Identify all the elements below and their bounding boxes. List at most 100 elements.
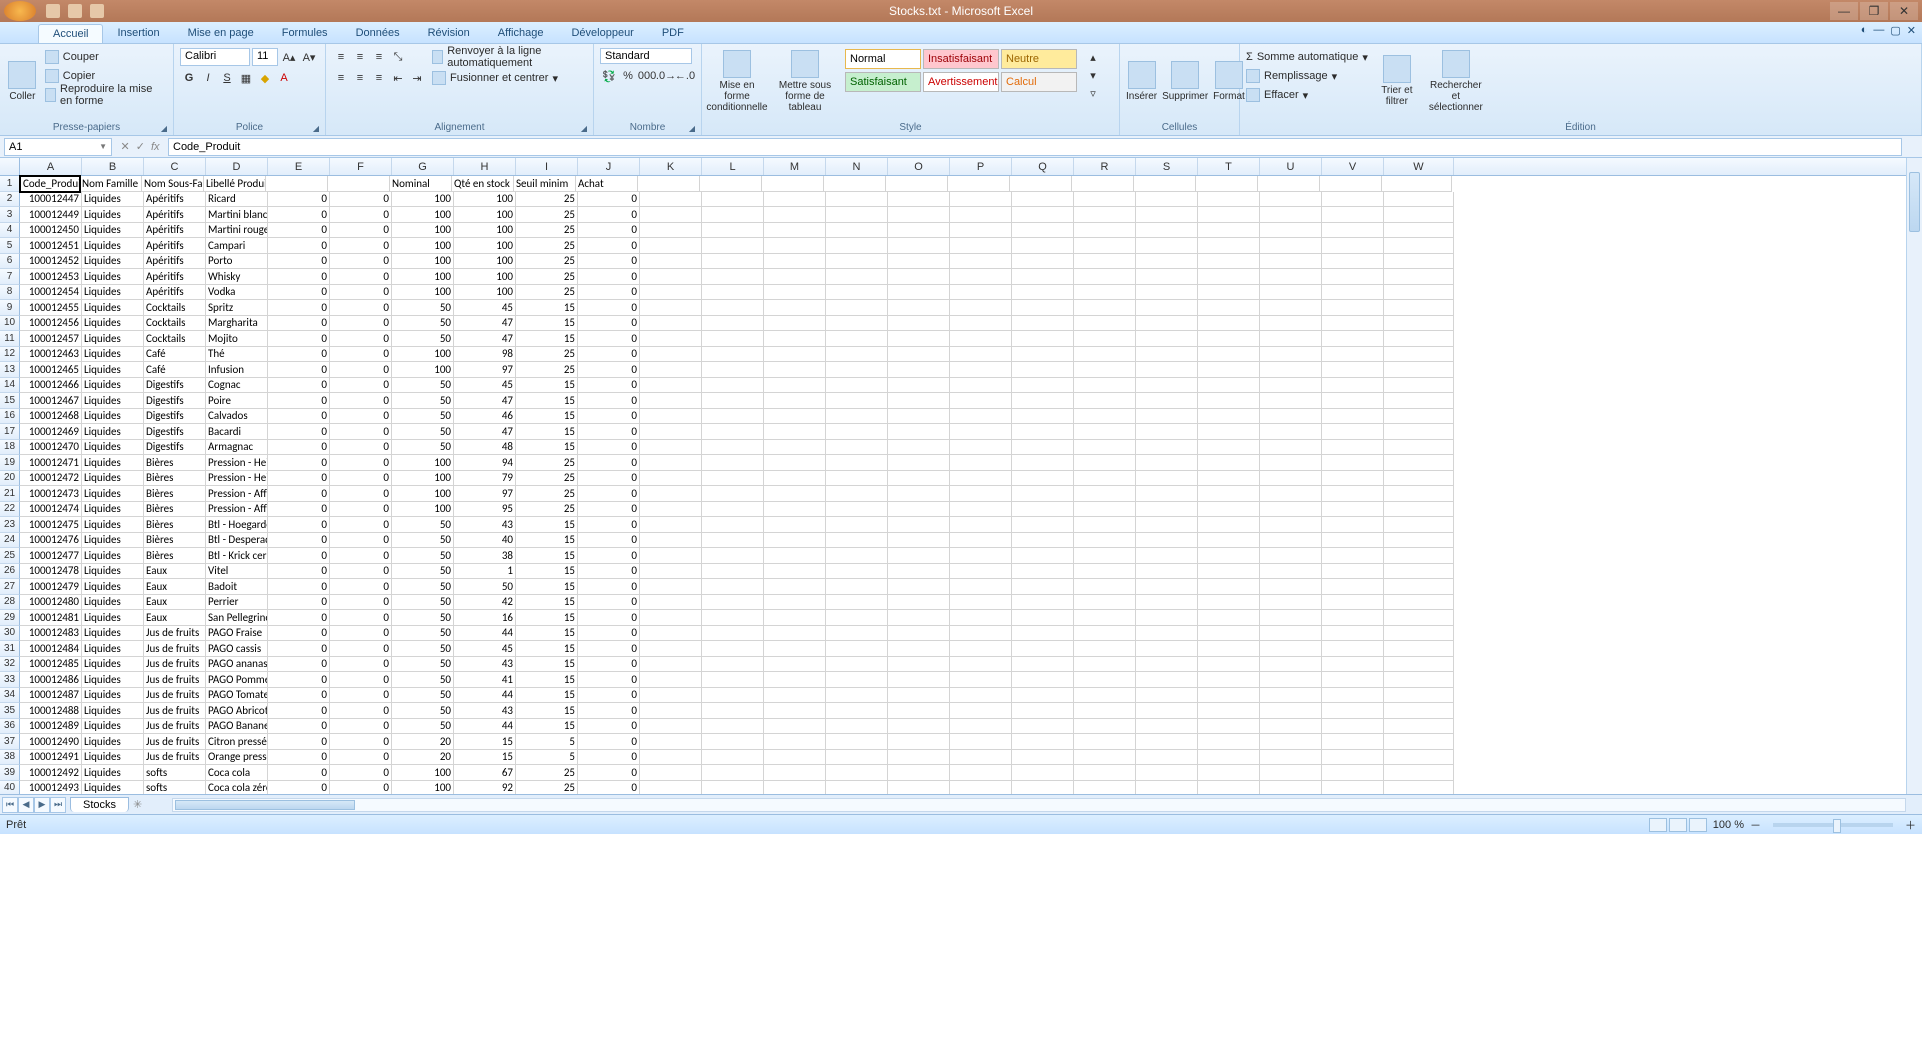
cell[interactable] <box>640 316 702 332</box>
cell[interactable] <box>1136 486 1198 502</box>
cell[interactable]: Btl - Desperados <box>206 533 268 549</box>
page-layout-view-icon[interactable] <box>1669 818 1687 832</box>
cell[interactable] <box>1198 688 1260 704</box>
zoom-slider[interactable] <box>1773 823 1893 827</box>
cell[interactable]: 100012489 <box>20 719 82 735</box>
align-bottom-icon[interactable]: ≡ <box>370 48 388 66</box>
cell[interactable] <box>1074 548 1136 564</box>
cell[interactable] <box>640 502 702 518</box>
cell[interactable]: Jus de fruits <box>144 657 206 673</box>
cell[interactable] <box>640 378 702 394</box>
cell[interactable]: Cocktails <box>144 331 206 347</box>
cell[interactable]: 0 <box>268 378 330 394</box>
cell[interactable] <box>1136 409 1198 425</box>
cell[interactable] <box>1136 300 1198 316</box>
cell[interactable] <box>888 254 950 270</box>
cell[interactable] <box>1136 533 1198 549</box>
cell[interactable]: 0 <box>330 517 392 533</box>
cell[interactable]: 45 <box>454 300 516 316</box>
new-sheet-icon[interactable]: ✳ <box>133 798 142 811</box>
cell[interactable] <box>1012 471 1074 487</box>
cell[interactable] <box>950 331 1012 347</box>
cell[interactable] <box>764 393 826 409</box>
cell[interactable]: Eaux <box>144 579 206 595</box>
cell[interactable]: 0 <box>578 486 640 502</box>
cell[interactable] <box>1384 641 1454 657</box>
cell[interactable] <box>950 719 1012 735</box>
cell[interactable]: 0 <box>330 393 392 409</box>
cell[interactable]: 20 <box>392 750 454 766</box>
cell[interactable]: 0 <box>578 548 640 564</box>
cell[interactable]: San Pellegrino <box>206 610 268 626</box>
cell[interactable]: Digestifs <box>144 424 206 440</box>
cell[interactable]: Liquides <box>82 517 144 533</box>
cell[interactable] <box>640 471 702 487</box>
cell[interactable] <box>1260 424 1322 440</box>
cell[interactable] <box>888 300 950 316</box>
cell[interactable] <box>1260 765 1322 781</box>
cell[interactable] <box>328 176 390 192</box>
cell[interactable]: 0 <box>330 192 392 208</box>
cell[interactable] <box>888 517 950 533</box>
cell[interactable]: Eaux <box>144 564 206 580</box>
cell[interactable] <box>1260 471 1322 487</box>
cell[interactable]: 41 <box>454 672 516 688</box>
cell[interactable] <box>1384 331 1454 347</box>
cell[interactable] <box>1260 610 1322 626</box>
cell[interactable] <box>1012 641 1074 657</box>
cell[interactable] <box>888 223 950 239</box>
cell[interactable] <box>1198 269 1260 285</box>
cell[interactable]: 50 <box>392 564 454 580</box>
cell[interactable]: Liquides <box>82 316 144 332</box>
cell[interactable] <box>1198 750 1260 766</box>
cell[interactable] <box>764 533 826 549</box>
cell[interactable] <box>950 285 1012 301</box>
column-header[interactable]: L <box>702 158 764 175</box>
cell[interactable]: 0 <box>268 657 330 673</box>
cell[interactable]: Btl - Krick cerise <box>206 548 268 564</box>
cell[interactable] <box>640 734 702 750</box>
cell[interactable] <box>1384 734 1454 750</box>
cell[interactable]: 0 <box>268 207 330 223</box>
cell[interactable]: 15 <box>516 564 578 580</box>
cell[interactable]: 100 <box>392 781 454 795</box>
cell[interactable] <box>702 285 764 301</box>
cell[interactable] <box>702 595 764 611</box>
cell[interactable]: 0 <box>330 781 392 795</box>
style-normal[interactable]: Normal <box>845 49 921 69</box>
cell[interactable]: 0 <box>268 750 330 766</box>
cell[interactable] <box>1074 207 1136 223</box>
cell[interactable]: Bières <box>144 471 206 487</box>
cell[interactable] <box>1198 362 1260 378</box>
cell[interactable]: 15 <box>516 316 578 332</box>
cell[interactable]: 100 <box>392 192 454 208</box>
cell[interactable] <box>1384 285 1454 301</box>
cell[interactable] <box>888 331 950 347</box>
cell[interactable] <box>1384 455 1454 471</box>
cell[interactable]: Bières <box>144 517 206 533</box>
cell[interactable]: 0 <box>578 347 640 363</box>
cell[interactable]: 100012455 <box>20 300 82 316</box>
cell[interactable]: 0 <box>330 254 392 270</box>
cell[interactable] <box>1136 641 1198 657</box>
cell[interactable] <box>1012 285 1074 301</box>
cell[interactable] <box>1136 750 1198 766</box>
cell[interactable] <box>702 362 764 378</box>
cell[interactable] <box>1198 238 1260 254</box>
cell[interactable] <box>1012 657 1074 673</box>
cell[interactable] <box>640 517 702 533</box>
cell[interactable]: Liquides <box>82 688 144 704</box>
cell[interactable]: 25 <box>516 192 578 208</box>
sheet-nav-last-icon[interactable]: ⏭ <box>50 797 66 813</box>
cell[interactable]: 25 <box>516 781 578 795</box>
cell[interactable] <box>1198 424 1260 440</box>
cell[interactable] <box>1198 393 1260 409</box>
cell[interactable]: 50 <box>392 533 454 549</box>
cell[interactable]: 25 <box>516 269 578 285</box>
cell[interactable] <box>1322 734 1384 750</box>
ribbon-tab-révision[interactable]: Révision <box>414 24 484 43</box>
cell[interactable]: Pression - Heineken <box>206 455 268 471</box>
zoom-out-icon[interactable]: － <box>1750 817 1761 833</box>
cell[interactable]: Bacardi <box>206 424 268 440</box>
cell[interactable] <box>1136 424 1198 440</box>
